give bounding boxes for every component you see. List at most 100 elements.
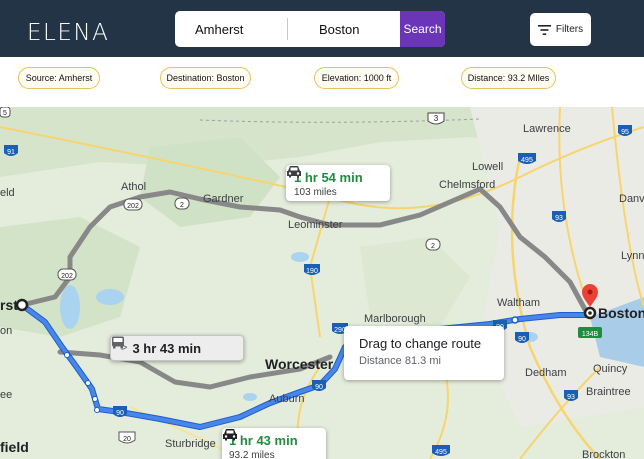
shield-90-worcester: 90 [312, 380, 326, 391]
route-transit-time: 3 hr 43 min [132, 340, 202, 356]
filters-label: Filters [555, 24, 584, 35]
shield-495-south: 495 [432, 445, 450, 456]
destination-input[interactable] [319, 11, 403, 47]
place-lowell: Lowell [472, 161, 504, 173]
svg-text:2: 2 [180, 202, 184, 209]
place-danvers: Danv [619, 193, 644, 205]
shield-93-north: 93 [552, 211, 566, 222]
place-sturbridge: Sturbridge [165, 438, 216, 450]
location-pin-dot [587, 289, 593, 295]
route-info-row: Source: Amherst Destination: Boston Elev… [0, 57, 644, 107]
search-divider [287, 18, 288, 40]
shield-95: 95 [618, 125, 632, 136]
elevation-badge: Elevation: 1000 ft [314, 67, 399, 89]
place-leominster: Leominster [288, 219, 343, 231]
lake [96, 289, 124, 305]
drag-route-tooltip: Drag to change route Distance 81.3 mi [344, 326, 504, 380]
place-lynn: Lynn [621, 250, 644, 262]
svg-text:91: 91 [7, 149, 15, 156]
place-dedham: Dedham [525, 367, 567, 379]
place-athol: Athol [121, 181, 147, 193]
distance-badge: Distance: 93.2 MIles [461, 67, 556, 89]
route-south-time: 1 hr 43 min [229, 433, 298, 448]
svg-text:95: 95 [621, 129, 629, 136]
place-gardner: Gardner [203, 193, 244, 205]
waypoint-dot[interactable] [94, 407, 100, 413]
top-nav-bar: ELENA Search Filters [0, 0, 644, 57]
shield-90-west: 90 [113, 406, 127, 417]
route-north-time: 1 hr 54 min [294, 170, 363, 185]
shield-202-north: 202 [123, 198, 143, 211]
elena-app: ELENA Search Filters Source: Amherst Des… [0, 0, 644, 459]
lake [291, 252, 309, 262]
place-greenfield: eld [0, 187, 15, 199]
place-quincy: Quincy [593, 363, 628, 375]
svg-text:495: 495 [435, 449, 447, 456]
route-search-box: Search [175, 11, 445, 47]
place-auburn: Auburn [269, 393, 305, 405]
svg-text:202: 202 [127, 203, 139, 210]
svg-text:5: 5 [3, 110, 7, 117]
route-north-card[interactable]: 1 hr 54 min 103 miles [286, 165, 390, 201]
place-hadley: on [0, 325, 13, 337]
svg-text:190: 190 [306, 268, 318, 275]
shield-93-south: 93 [564, 390, 578, 401]
source-input[interactable] [195, 11, 287, 47]
place-springfield: field [0, 439, 29, 455]
destination-marker-center [588, 311, 592, 315]
shield-495-north: 495 [518, 153, 536, 164]
route-south-distance: 93.2 miles [229, 450, 275, 459]
svg-text:20: 20 [123, 436, 131, 443]
drag-tooltip-distance: Distance 81.3 mi [359, 355, 441, 367]
shield-2-east: 2 [425, 238, 441, 251]
destination-badge: Destination: Boston [160, 67, 251, 89]
drag-tooltip-title: Drag to change route [359, 336, 482, 351]
filters-button[interactable]: Filters [530, 13, 591, 46]
waypoint-dot[interactable] [64, 352, 70, 358]
svg-text:3: 3 [434, 114, 439, 123]
lake [243, 393, 257, 401]
route-map[interactable]: 3 91 202 2 2 202 495 95 93 190 290 90 90… [0, 107, 644, 459]
svg-text:93: 93 [567, 394, 575, 401]
shield-2-west: 2 [174, 197, 190, 210]
app-logo-title: ELENA [27, 20, 110, 46]
shield-91: 91 [4, 145, 18, 156]
svg-text:93: 93 [555, 215, 563, 222]
place-chelmsford: Chelmsford [439, 179, 496, 191]
place-waltham: Waltham [497, 297, 540, 309]
svg-text:134B: 134B [582, 331, 599, 338]
route-transit-card[interactable]: > 3 hr 43 min [110, 335, 244, 361]
car-icon [223, 429, 237, 441]
car-icon [287, 166, 301, 178]
drag-handle-dot[interactable] [511, 316, 519, 324]
place-boston: Boston [598, 305, 644, 321]
waypoint-dot[interactable] [85, 380, 91, 386]
svg-text:202: 202 [61, 273, 73, 280]
place-amherst: rst [0, 297, 18, 313]
place-ware: ee [0, 389, 13, 401]
lake [60, 285, 80, 329]
shield-190: 190 [304, 264, 320, 275]
shield-90-east: 90 [515, 332, 529, 343]
place-marlborough: Marlborough [364, 313, 426, 325]
bus-icon [112, 336, 124, 349]
svg-text:2: 2 [431, 243, 435, 250]
source-badge: Source: Amherst [18, 67, 100, 89]
svg-text:90: 90 [116, 410, 124, 417]
shield-3: 3 [427, 112, 445, 125]
shield-20: 20 [118, 431, 136, 444]
shield-202-south: 202 [57, 268, 77, 281]
map-canvas[interactable]: 3 91 202 2 2 202 495 95 93 190 290 90 90… [0, 107, 644, 459]
place-braintree: Braintree [586, 386, 631, 398]
place-lawrence: Lawrence [523, 123, 571, 135]
shield-5: 5 [0, 107, 11, 118]
route-south-card[interactable]: 1 hr 43 min 93.2 miles [222, 428, 326, 459]
origin-marker-icon[interactable] [15, 298, 29, 312]
svg-text:90: 90 [518, 336, 526, 343]
filter-icon [537, 24, 551, 35]
waypoint-dot[interactable] [92, 396, 98, 402]
search-button[interactable]: Search [400, 11, 445, 47]
shield-134b: 134B [578, 327, 602, 338]
svg-text:495: 495 [521, 157, 533, 164]
place-brockton: Brockton [582, 449, 626, 459]
